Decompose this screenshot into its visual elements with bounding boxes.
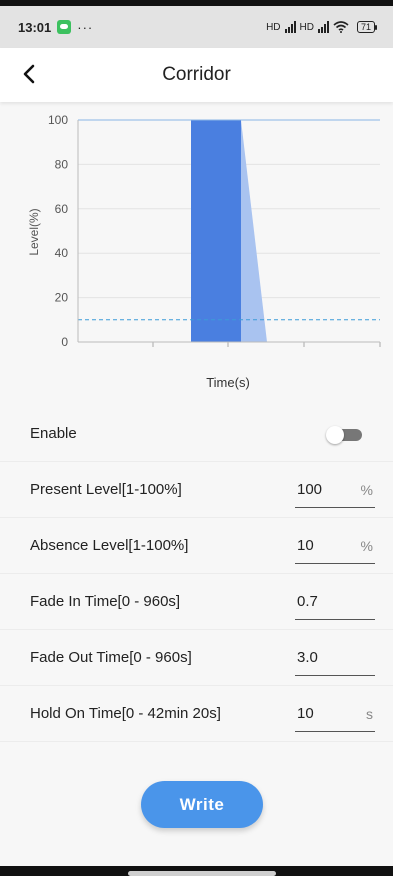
status-time: 13:01 [18, 19, 52, 35]
fade-in-value: 0.7 [297, 593, 318, 610]
hold-on-label: Hold On Time[0 - 42min 20s] [30, 705, 221, 722]
header: Corridor [0, 48, 393, 102]
absence-level-unit: % [360, 537, 373, 554]
page-title: Corridor [162, 64, 231, 85]
present-level-unit: % [360, 481, 373, 498]
present-level-row: Present Level[1-100%] 100 % [0, 462, 393, 518]
signal-icon-2 [317, 21, 329, 33]
absence-level-label: Absence Level[1-100%] [30, 537, 189, 554]
hold-on-input[interactable]: 10 s [295, 696, 375, 732]
fade-out-label: Fade Out Time[0 - 960s] [30, 649, 192, 666]
network-label-1: HD [266, 21, 281, 33]
fade-in-row: Fade In Time[0 - 960s] 0.7 [0, 574, 393, 630]
absence-level-value: 10 [297, 537, 314, 554]
fade-in-label: Fade In Time[0 - 960s] [30, 593, 181, 610]
signal-icon-1 [284, 21, 296, 33]
home-indicator[interactable] [128, 871, 276, 876]
hold-on-unit: s [366, 705, 373, 722]
y-tick-label: 100 [48, 113, 68, 127]
x-axis-label: Time(s) [206, 375, 250, 390]
present-level-value: 100 [297, 481, 323, 498]
wechat-notification-icon [57, 20, 72, 34]
hold-bar [191, 120, 241, 342]
wifi-icon [333, 21, 349, 33]
toggle-knob [326, 426, 344, 444]
y-tick-label: 40 [55, 246, 69, 260]
level-chart-svg: 0 20 40 60 80 100 Level(%) Time(s) [27, 113, 381, 390]
absence-level-input[interactable]: 10 % [295, 528, 375, 564]
write-button[interactable]: Write [141, 781, 263, 828]
settings-list: Enable Present Level[1-100%] 100 % Absen… [0, 406, 393, 742]
hold-on-row: Hold On Time[0 - 42min 20s] 10 s [0, 686, 393, 742]
network-label-2: HD [299, 21, 314, 33]
y-tick-label: 80 [55, 157, 69, 171]
more-notifications: ··· [77, 19, 94, 35]
y-tick-labels: 0 20 40 60 80 100 [48, 113, 68, 349]
enable-row: Enable [0, 406, 393, 462]
y-tick-label: 60 [55, 202, 69, 216]
level-chart: 0 20 40 60 80 100 Level(%) Time(s) [0, 102, 393, 402]
battery-icon: 71 [356, 21, 378, 33]
status-right: HD HD 71 [266, 21, 378, 33]
status-bar: 13:01 ··· HD HD 71 [0, 6, 393, 48]
present-level-label: Present Level[1-100%] [30, 481, 182, 498]
fade-out-row: Fade Out Time[0 - 960s] 3.0 [0, 630, 393, 686]
enable-toggle[interactable] [326, 426, 362, 444]
absence-level-row: Absence Level[1-100%] 10 % [0, 518, 393, 574]
y-tick-label: 20 [55, 291, 69, 305]
fade-out-value: 3.0 [297, 649, 318, 666]
hold-on-value: 10 [297, 705, 314, 722]
enable-label: Enable [30, 425, 77, 442]
y-axis-label: Level(%) [27, 208, 41, 255]
y-tick-label: 0 [61, 335, 68, 349]
present-level-input[interactable]: 100 % [295, 472, 375, 508]
fade-in-input[interactable]: 0.7 [295, 584, 375, 620]
x-ticks [152, 342, 381, 347]
fade-out-input[interactable]: 3.0 [295, 640, 375, 676]
fade-out-area [241, 120, 267, 342]
